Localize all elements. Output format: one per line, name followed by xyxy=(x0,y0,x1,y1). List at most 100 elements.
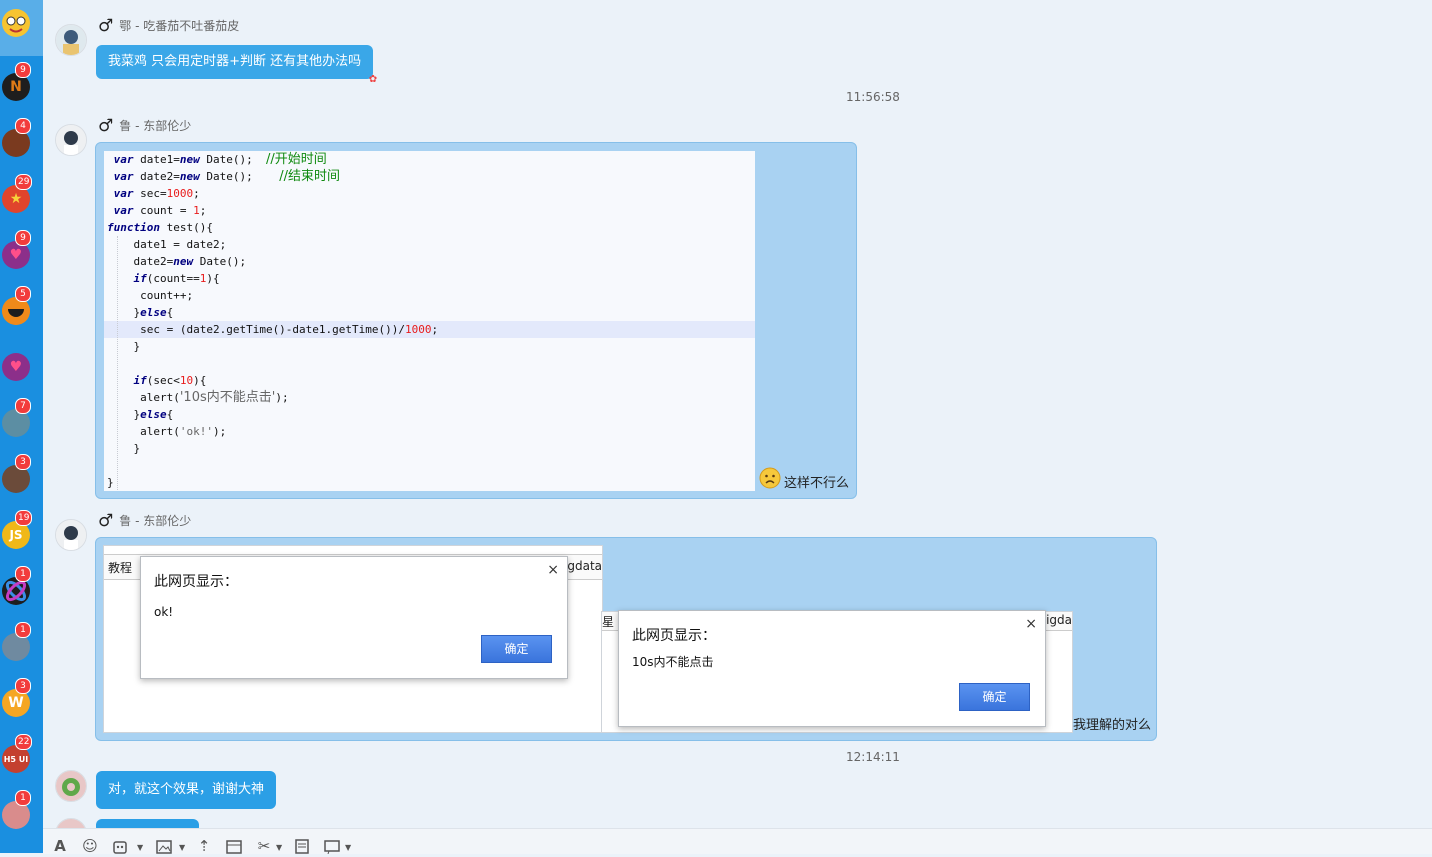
code-line: } xyxy=(107,476,114,489)
message-text: 我菜鸡 只会用定时器+判断 还有其他办法吗 xyxy=(108,54,362,69)
tab-label: 教程 xyxy=(108,561,133,575)
unread-badge: 7 xyxy=(15,398,31,414)
code-line: date1 = date2; xyxy=(107,238,227,251)
code-line: sec = (date2.getTime()-date1.getTime())/… xyxy=(107,323,439,336)
tab-label: igdata xyxy=(564,559,602,573)
contact-sidebar: N 9 4 ★ 29 ♥ 9 5 ♥ 7 3 JS 19 1 1 W 3 H5 … xyxy=(0,0,43,853)
close-icon[interactable]: × xyxy=(1025,616,1037,632)
image-icon[interactable] xyxy=(155,838,173,854)
sidebar-contact-10[interactable]: 1 xyxy=(0,566,43,622)
male-icon: ♂ xyxy=(98,115,114,136)
tab-label: 星 xyxy=(602,615,615,629)
male-icon: ♂ xyxy=(98,15,114,36)
chat-history[interactable]: ♂ 鄂 - 吃番茄不吐番茄皮 我菜鸡 只会用定时器+判断 还有其他办法吗 ✿ 1… xyxy=(43,0,1432,850)
code-line: var sec=1000; xyxy=(107,187,200,200)
code-line: count++; xyxy=(107,289,194,302)
sidebar-contact-8[interactable]: 3 xyxy=(0,454,43,510)
chevron-down-icon[interactable]: ▼ xyxy=(179,843,185,852)
code-line: }else{ xyxy=(107,306,174,319)
code-line: alert('10s内不能点击'); xyxy=(107,390,289,405)
dialog-message: 10s内不能点击 xyxy=(632,655,714,669)
unread-badge: 29 xyxy=(15,174,33,190)
unread-badge: 1 xyxy=(15,790,31,806)
dialog-title: 此网页显示： xyxy=(632,628,716,644)
dialog-screenshot-right: 星 igda 此网页显示： 10s内不能点击 × 确定 xyxy=(601,610,1073,733)
avatar: ♥ xyxy=(2,353,30,381)
code-line: if(sec<10){ xyxy=(133,374,207,387)
emoji-icon[interactable]: ☺ xyxy=(81,838,99,854)
my-avatar[interactable] xyxy=(55,770,87,802)
unread-badge: 1 xyxy=(15,622,31,638)
unread-badge: 5 xyxy=(15,286,31,302)
sidebar-contact-12[interactable]: W 3 xyxy=(0,678,43,734)
chevron-down-icon[interactable]: ▼ xyxy=(345,843,351,852)
upload-icon[interactable]: ⇡ xyxy=(195,838,213,854)
sidebar-contact-11[interactable]: 1 xyxy=(0,622,43,678)
unread-badge: 4 xyxy=(15,118,31,134)
sidebar-contact-1[interactable]: N 9 xyxy=(0,62,43,118)
code-line: var date2=new Date(); //结束时间 xyxy=(107,169,340,184)
dialog-message: ok! xyxy=(154,605,174,619)
close-icon[interactable]: × xyxy=(547,562,559,578)
calendar-icon[interactable] xyxy=(225,838,243,854)
code-line: } xyxy=(107,340,141,353)
sidebar-contact-4[interactable]: ♥ 9 xyxy=(0,230,43,286)
sender-label: 鲁 - 东部伦少 xyxy=(119,119,192,133)
message-caption: 这样不行么 xyxy=(784,476,850,491)
scissors-icon[interactable]: ✂ xyxy=(255,838,273,854)
sidebar-contact-14[interactable]: 1 xyxy=(0,790,43,846)
code-line: } xyxy=(107,442,141,455)
unread-badge: 22 xyxy=(15,734,33,750)
sidebar-contact-6[interactable]: ♥ xyxy=(0,342,43,398)
frown-emoji-icon xyxy=(759,467,781,489)
sidebar-contact-0[interactable] xyxy=(0,0,43,56)
message-text: 对，就这个效果，谢谢大神 xyxy=(108,782,265,797)
message-bubble[interactable]: 教程 igdata 此网页显示： ok! × 确定 星 igda 此网页显示： … xyxy=(95,537,1157,741)
sidebar-contact-5[interactable]: 5 xyxy=(0,286,43,342)
alert-dialog: 此网页显示： ok! × 确定 xyxy=(140,556,568,679)
avatar xyxy=(2,9,30,37)
ok-button[interactable]: 确定 xyxy=(481,635,552,663)
sticker-icon[interactable] xyxy=(111,838,129,854)
dialog-screenshot-left: 教程 igdata 此网页显示： ok! × 确定 xyxy=(103,545,603,733)
chevron-down-icon[interactable]: ▼ xyxy=(276,843,282,852)
sender-avatar[interactable] xyxy=(55,519,87,551)
unread-badge: 1 xyxy=(15,566,31,582)
more-icon[interactable] xyxy=(323,838,341,855)
message-timestamp: 12:14:11 xyxy=(846,750,900,764)
tab-label: igda xyxy=(1046,613,1072,627)
ok-button[interactable]: 确定 xyxy=(959,683,1030,711)
message-timestamp: 11:56:58 xyxy=(846,90,900,104)
code-line: if(count==1){ xyxy=(133,272,220,285)
unread-badge: 9 xyxy=(15,62,31,78)
sender-name: ♂ 鄂 - 吃番茄不吐番茄皮 xyxy=(98,17,239,34)
chevron-down-icon[interactable]: ▼ xyxy=(137,843,143,852)
sidebar-contact-2[interactable]: 4 xyxy=(0,118,43,174)
unread-badge: 19 xyxy=(15,510,33,526)
history-icon[interactable] xyxy=(293,838,311,854)
unread-badge: 3 xyxy=(15,454,31,470)
font-icon[interactable]: A xyxy=(51,838,69,854)
code-line: var count = 1; xyxy=(107,204,207,217)
sender-name: ♂ 鲁 - 东部伦少 xyxy=(98,117,191,134)
bubble-decoration-icon: ✿ xyxy=(368,74,378,85)
message-bubble[interactable]: var date1=new Date(); //开始时间 var date2=n… xyxy=(95,142,857,499)
sidebar-contact-9[interactable]: JS 19 xyxy=(0,510,43,566)
sidebar-contact-13[interactable]: H5 UI 22 xyxy=(0,734,43,790)
sender-label: 鄂 - 吃番茄不吐番茄皮 xyxy=(119,19,240,33)
sender-name: ♂ 鲁 - 东部伦少 xyxy=(98,512,191,529)
code-line: }else{ xyxy=(107,408,174,421)
sidebar-contact-3[interactable]: ★ 29 xyxy=(0,174,43,230)
male-icon: ♂ xyxy=(98,510,114,531)
sender-label: 鲁 - 东部伦少 xyxy=(119,514,192,528)
sidebar-contact-7[interactable]: 7 xyxy=(0,398,43,454)
code-screenshot: var date1=new Date(); //开始时间 var date2=n… xyxy=(104,151,755,491)
sender-avatar[interactable] xyxy=(55,24,87,56)
message-bubble[interactable]: 我菜鸡 只会用定时器+判断 还有其他办法吗 ✿ xyxy=(96,45,377,85)
message-bubble[interactable]: 对，就这个效果，谢谢大神 xyxy=(96,771,277,809)
code-line: var date1=new Date(); //开始时间 xyxy=(107,152,327,167)
code-line: alert('ok!'); xyxy=(107,425,227,438)
message-caption: 我理解的对么 xyxy=(1073,718,1152,733)
sender-avatar[interactable] xyxy=(55,124,87,156)
unread-badge: 9 xyxy=(15,230,31,246)
